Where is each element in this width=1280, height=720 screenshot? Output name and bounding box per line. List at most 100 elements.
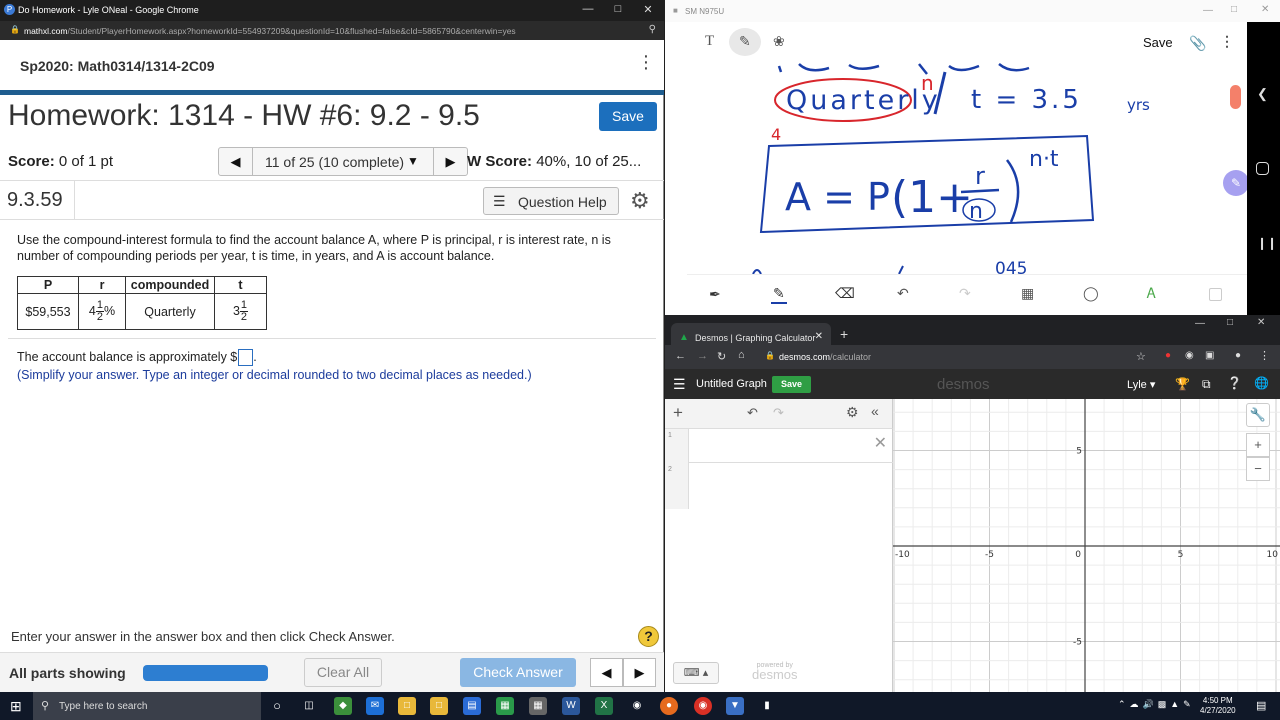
- clock[interactable]: 4:50 PM 4/27/2020: [1200, 696, 1236, 716]
- graph-canvas[interactable]: -10 -5 0 5 10 5 -5: [893, 399, 1280, 692]
- home-icon[interactable]: ⌂: [738, 349, 745, 361]
- extension-icon[interactable]: ◉: [1185, 350, 1194, 361]
- back-arrow-icon[interactable]: ←: [675, 350, 686, 362]
- more-tools-icon[interactable]: [1209, 288, 1222, 301]
- wrench-icon[interactable]: 🔧: [1246, 403, 1270, 427]
- taskbar-search[interactable]: ⚲ Type here to search: [33, 692, 261, 720]
- cortana-icon[interactable]: ○: [268, 697, 286, 715]
- text-tool-icon[interactable]: T: [705, 33, 714, 50]
- app-icon[interactable]: ◉: [628, 697, 646, 715]
- zoom-icon[interactable]: ⚲: [649, 24, 656, 35]
- help-icon[interactable]: ❔: [1227, 376, 1242, 390]
- save-button[interactable]: Save: [599, 102, 657, 131]
- recents-icon[interactable]: ❙❙❙: [1257, 236, 1280, 250]
- redo-icon[interactable]: ↷: [773, 405, 784, 421]
- chrome-icon[interactable]: ◉: [694, 697, 712, 715]
- maximize-icon[interactable]: □: [1227, 317, 1233, 328]
- next-question-button[interactable]: ▶: [433, 148, 467, 175]
- add-expression-icon[interactable]: +: [673, 403, 683, 423]
- minimize-icon[interactable]: —: [1195, 318, 1205, 329]
- floating-pen-icon[interactable]: ✎: [1223, 170, 1249, 196]
- more-menu-icon[interactable]: · · ·: [640, 46, 652, 78]
- file-explorer-icon[interactable]: □: [398, 697, 416, 715]
- excel-icon[interactable]: X: [595, 697, 613, 715]
- trophy-icon[interactable]: 🏆: [1175, 377, 1190, 391]
- handwriting-canvas[interactable]: Quarterly n t = 3.5 yrs 4 A = P (1+ r n …: [749, 62, 1185, 274]
- undo-icon[interactable]: ↶: [897, 285, 909, 302]
- gear-icon[interactable]: ⚙: [846, 404, 859, 421]
- address-bar[interactable]: ← → ↻ ⌂ 🔒 desmos.com/calculator ☆ ● ◉ ▣ …: [665, 345, 1280, 369]
- star-icon[interactable]: ☆: [1136, 350, 1146, 363]
- url-text[interactable]: mathxl.com/Student/PlayerHomework.aspx?h…: [24, 26, 516, 36]
- system-tray[interactable]: ⌃☁🔊▩▲✎: [1118, 699, 1195, 710]
- address-bar[interactable]: 🔒 mathxl.com/Student/PlayerHomework.aspx…: [0, 21, 664, 40]
- notification-icon[interactable]: ▤: [1256, 699, 1266, 712]
- folder-icon[interactable]: □: [430, 697, 448, 715]
- chevron-down-icon[interactable]: ▼: [407, 154, 419, 168]
- forward-arrow-icon[interactable]: →: [697, 350, 708, 362]
- gear-icon[interactable]: ⚙: [630, 188, 650, 214]
- more-menu-icon[interactable]: ⋮: [1259, 349, 1270, 362]
- lasso-icon[interactable]: ◯: [1083, 285, 1099, 302]
- hamburger-menu-icon[interactable]: ☰: [673, 376, 686, 393]
- globe-icon[interactable]: 🌐: [1254, 376, 1269, 390]
- url-text[interactable]: desmos.com/calculator: [779, 352, 871, 362]
- app-icon[interactable]: ◆: [334, 697, 352, 715]
- shape-tool-icon[interactable]: ▦: [1021, 285, 1034, 302]
- previous-question-button[interactable]: ◀: [590, 658, 623, 687]
- clear-all-button[interactable]: Clear All: [304, 658, 382, 687]
- graph-title[interactable]: Untitled Graph: [696, 378, 767, 390]
- word-icon[interactable]: W: [562, 697, 580, 715]
- question-selector[interactable]: 11 of 25 (10 complete): [265, 154, 404, 170]
- pencil-icon[interactable]: ✎: [773, 285, 785, 302]
- maximize-icon[interactable]: □: [1231, 4, 1237, 15]
- docs-icon[interactable]: ▤: [463, 697, 481, 715]
- close-icon[interactable]: ✕: [1261, 4, 1269, 15]
- reload-icon[interactable]: ↻: [717, 350, 726, 363]
- calculator-icon[interactable]: ▦: [529, 697, 547, 715]
- fountain-pen-icon[interactable]: ✒: [709, 286, 721, 303]
- notes-save-button[interactable]: Save: [1143, 35, 1173, 50]
- maximize-icon[interactable]: □: [611, 3, 625, 15]
- check-answer-button[interactable]: Check Answer: [460, 658, 576, 687]
- more-menu-icon[interactable]: ⋮: [1220, 33, 1234, 50]
- extension-icon[interactable]: ▣: [1205, 350, 1214, 361]
- keyboard-toggle-icon[interactable]: ⌨ ▴: [673, 662, 719, 684]
- firefox-icon[interactable]: ●: [660, 697, 678, 715]
- minimize-icon[interactable]: —: [1203, 5, 1213, 16]
- task-view-icon[interactable]: ◫: [300, 697, 318, 715]
- delete-expression-icon[interactable]: ✕: [874, 433, 887, 453]
- desmos-save-button[interactable]: Save: [772, 376, 811, 393]
- close-tab-icon[interactable]: ✕: [815, 331, 823, 342]
- extension-icon[interactable]: ●: [1165, 350, 1171, 361]
- back-icon[interactable]: ❮: [1257, 86, 1268, 102]
- user-menu[interactable]: Lyle ▾: [1127, 378, 1155, 391]
- sheets-icon[interactable]: ▦: [496, 697, 514, 715]
- help-icon[interactable]: ?: [638, 626, 659, 647]
- redo-icon[interactable]: ↷: [959, 285, 971, 302]
- zoom-in-icon[interactable]: +: [1246, 433, 1270, 457]
- close-icon[interactable]: ✕: [641, 3, 655, 16]
- new-tab-icon[interactable]: +: [840, 326, 848, 342]
- palette-icon[interactable]: ❀: [773, 33, 785, 50]
- expression-index[interactable]: 2: [665, 463, 689, 509]
- previous-question-button[interactable]: ◀: [219, 148, 253, 175]
- attach-icon[interactable]: 📎: [1189, 35, 1206, 52]
- home-icon[interactable]: [1256, 162, 1269, 175]
- share-icon[interactable]: ⧉: [1202, 377, 1211, 392]
- zoom-out-icon[interactable]: −: [1246, 457, 1270, 481]
- windows-start-icon[interactable]: ⊞: [10, 698, 22, 715]
- app-icon[interactable]: ▼: [726, 697, 744, 715]
- highlighter-icon[interactable]: Ꭺ: [1147, 285, 1156, 302]
- pen-icon[interactable]: ✎: [739, 33, 751, 50]
- scroll-handle[interactable]: [1230, 85, 1241, 109]
- minimize-icon[interactable]: —: [581, 3, 595, 15]
- profile-icon[interactable]: ●: [1235, 350, 1241, 361]
- close-icon[interactable]: ✕: [1257, 317, 1265, 328]
- answer-input[interactable]: [238, 349, 254, 366]
- phone-icon[interactable]: ▮: [758, 697, 776, 715]
- next-question-button[interactable]: ▶: [623, 658, 656, 687]
- mail-icon[interactable]: ✉: [366, 697, 384, 715]
- eraser-icon[interactable]: ⌫: [835, 285, 855, 302]
- question-help-button[interactable]: ☰ Question Help: [483, 187, 619, 215]
